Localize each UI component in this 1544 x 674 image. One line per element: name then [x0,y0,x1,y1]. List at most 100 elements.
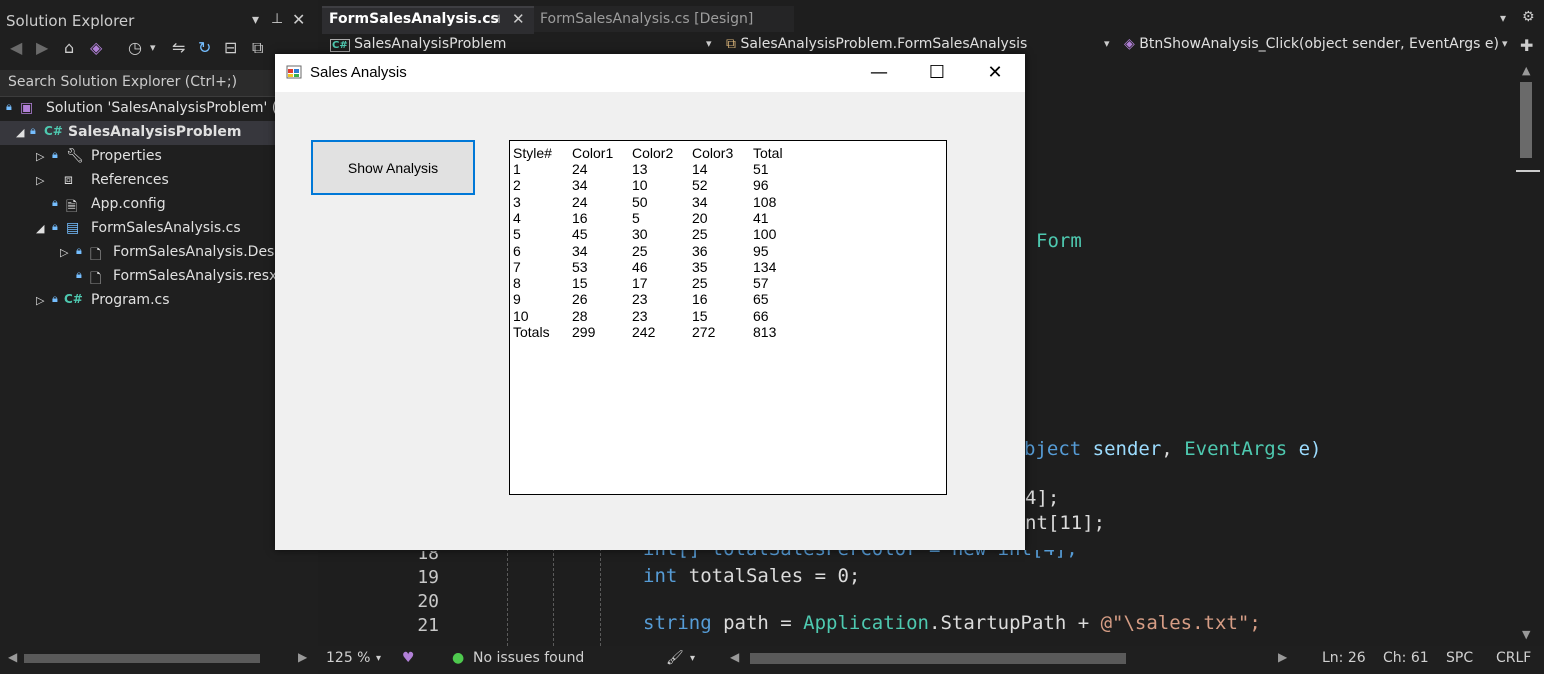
pending-changes-icon[interactable]: ◷ [128,38,142,57]
home-icon[interactable]: ⌂ [64,38,74,57]
vs-icon[interactable]: ◈ [90,38,102,57]
close-icon[interactable]: ✕ [292,10,305,29]
solution-explorer-title: Solution Explorer [6,12,135,30]
list-cell: 13 [632,161,648,177]
list-item[interactable]: 4 16 5 20 41 [510,210,930,226]
scroll-right-icon[interactable]: ▶ [298,650,307,664]
whitespace-indicator[interactable]: SPC [1446,650,1473,666]
cleanup-brush-icon[interactable]: 🖌︎ [666,650,684,666]
tree-item-references[interactable]: ▷ ⧈ References [0,169,300,193]
collapse-all-icon[interactable]: ⊟ [224,38,237,57]
list-cell: 15 [692,307,708,324]
list-item[interactable]: 1 24 13 14 51 [510,161,930,177]
list-cell: 7 [513,258,521,275]
code-token: string [643,612,712,634]
list-cell: 57 [753,275,769,292]
window-title: Sales Analysis [310,64,407,81]
show-all-files-icon[interactable]: ⧉ [252,38,263,58]
code-text: nt[11]; [1025,512,1106,534]
tree-item-app-config[interactable]: 🔒︎ 🗎 App.config [0,193,300,217]
column-indicator[interactable]: Ch: 61 [1383,650,1429,666]
list-item[interactable]: 8 15 17 25 57 [510,275,930,291]
back-icon[interactable]: ◀ [10,38,22,57]
list-cell: 50 [632,193,648,210]
tree-item-label: App.config [91,196,166,212]
scroll-right-icon[interactable]: ▶ [1278,650,1287,664]
tree-item-program-cs[interactable]: ▷ 🔒︎ C# Program.cs [0,289,300,313]
column-header: Color3 [692,145,734,161]
code-token: bject [1024,438,1082,460]
column-header: Total [753,145,783,161]
list-item[interactable]: 5 45 30 25 100 [510,226,930,242]
chevron-down-icon[interactable]: ▾ [1104,37,1110,50]
chevron-down-icon[interactable]: ▾ [690,653,695,664]
lock-icon: 🔒︎ [6,100,12,113]
search-input[interactable]: Search Solution Explorer (Ctrl+;) [8,74,237,90]
tree-item-form-cs[interactable]: ◢ 🔒︎ ▤ FormSalesAnalysis.cs [0,217,300,241]
chevron-down-icon[interactable]: ▾ [150,41,156,54]
list-item[interactable]: Totals 299 242 272 813 [510,324,930,340]
expanded-arrow-icon[interactable]: ◢ [36,222,44,235]
issues-status[interactable]: No issues found [473,650,584,666]
dropdown-icon[interactable]: ▾ [252,12,259,28]
tree-item-solution[interactable]: 🔒︎ ▣ Solution 'SalesAnalysisProblem' (1 [0,97,300,121]
chevron-down-icon[interactable]: ▾ [1502,37,1508,50]
line-indicator[interactable]: Ln: 26 [1322,650,1366,666]
list-cell: 34 [692,193,708,210]
lock-icon: 🔒︎ [52,292,58,305]
chevron-down-icon[interactable]: ▾ [706,37,712,50]
forward-icon[interactable]: ▶ [36,38,48,57]
tree-item-properties[interactable]: ▷ 🔒︎ 🔧︎ Properties [0,145,300,169]
indent-guide [600,548,601,646]
scroll-down-icon[interactable]: ▼ [1522,628,1530,641]
list-item[interactable]: 10 28 23 15 66 [510,308,930,324]
scroll-up-icon[interactable]: ▲ [1522,64,1530,77]
collapsed-arrow-icon[interactable]: ▷ [36,150,44,163]
list-item[interactable]: 6 34 25 36 95 [510,243,930,259]
maximize-button[interactable]: ☐ [908,54,966,92]
scroll-left-icon[interactable]: ◀ [8,650,17,664]
list-item[interactable]: 3 24 50 34 108 [510,194,930,210]
expanded-arrow-icon[interactable]: ◢ [16,126,24,139]
analysis-listbox[interactable]: Style# Color1 Color2 Color3 Total 1 24 13 1… [509,140,947,495]
pin-icon[interactable]: ⊥ [271,11,283,27]
list-item[interactable]: 9 26 23 16 65 [510,291,930,307]
line-number: 21 [417,615,439,636]
list-item[interactable]: 2 34 10 52 96 [510,177,930,193]
scrollbar-thumb[interactable] [1520,82,1532,158]
chevron-down-icon[interactable]: ▾ [376,653,381,664]
member-combo[interactable]: ◈ BtnShowAnalysis_Click(object sender, E… [1124,36,1499,56]
list-item[interactable]: 7 53 46 35 134 [510,259,930,275]
split-window-icon[interactable]: ✚ [1520,36,1533,55]
pin-icon[interactable]: ⊣ [490,12,500,26]
gear-icon[interactable]: ⚙ [1522,9,1535,25]
tab-list-dropdown-icon[interactable]: ▾ [1500,11,1506,25]
list-cell: 41 [753,209,769,226]
show-analysis-button[interactable]: Show Analysis [311,140,475,195]
member-combo-value: BtnShowAnalysis_Click(object sender, Eve… [1139,36,1499,52]
collapsed-arrow-icon[interactable]: ▷ [60,246,68,259]
sync-icon[interactable]: ⇋ [172,38,185,57]
line-ending-indicator[interactable]: CRLF [1496,650,1531,666]
collapsed-arrow-icon[interactable]: ▷ [36,294,44,307]
list-cell: 16 [692,291,708,308]
zoom-level[interactable]: 125 % [326,650,370,666]
tree-item-label: Properties [91,148,162,164]
window-close-button[interactable]: ✕ [966,54,1024,92]
class-combo[interactable]: ⧉ SalesAnalysisProblem.FormSalesAnalysis [726,36,1027,56]
scrollbar-thumb[interactable] [24,654,260,663]
refresh-icon[interactable]: ↻ [198,38,211,57]
list-cell: 23 [632,307,648,324]
tree-item-form-designer[interactable]: ▷ 🔒︎ 🗋 FormSalesAnalysis.Desig [0,241,318,265]
code-token: totalSales = 0; [688,565,861,587]
tree-item-project[interactable]: ◢ 🔒︎ C# SalesAnalysisProblem [0,121,300,145]
minimize-button[interactable]: — [850,54,908,92]
collapsed-arrow-icon[interactable]: ▷ [36,174,44,187]
editor-hscrollbar-thumb[interactable] [750,653,1126,664]
code-token: EventArgs [1184,438,1288,460]
tree-item-form-resx[interactable]: 🔒︎ 🗋 FormSalesAnalysis.resx [0,265,300,289]
scroll-left-icon[interactable]: ◀ [730,650,739,664]
intellicode-icon[interactable]: ♥ [402,650,415,666]
tab-close-icon[interactable]: ✕ [512,10,525,28]
project-combo[interactable]: C# SalesAnalysisProblem [330,36,506,56]
